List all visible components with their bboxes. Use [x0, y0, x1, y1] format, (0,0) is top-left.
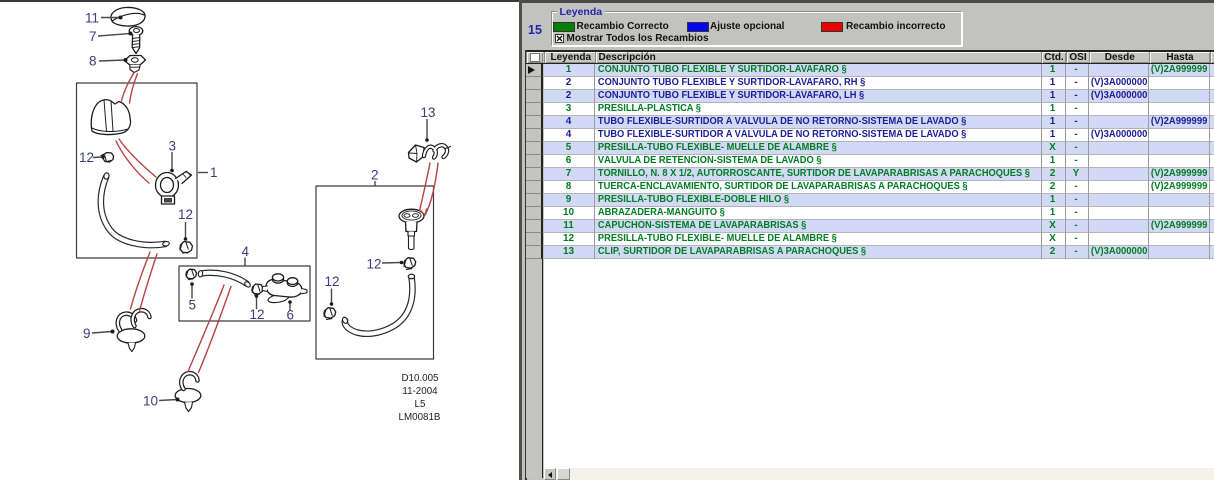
svg-text:11-2004: 11-2004	[402, 386, 438, 397]
svg-text:9: 9	[83, 326, 91, 341]
svg-text:12: 12	[178, 207, 193, 222]
svg-text:L5: L5	[415, 399, 426, 410]
svg-text:3: 3	[169, 139, 177, 154]
svg-text:2: 2	[371, 168, 379, 183]
svg-text:4: 4	[242, 244, 250, 259]
svg-text:1: 1	[210, 165, 218, 180]
svg-text:12: 12	[79, 150, 94, 165]
svg-text:12: 12	[325, 274, 340, 289]
svg-text:13: 13	[421, 105, 436, 120]
svg-text:7: 7	[89, 29, 97, 44]
svg-text:LM0081B: LM0081B	[399, 412, 441, 423]
svg-text:10: 10	[143, 394, 158, 409]
svg-text:12: 12	[367, 257, 382, 272]
svg-text:11: 11	[85, 11, 99, 26]
svg-text:12: 12	[250, 307, 265, 322]
svg-text:8: 8	[89, 54, 97, 69]
svg-text:6: 6	[287, 308, 295, 323]
svg-text:D10.005: D10.005	[401, 373, 439, 384]
svg-text:5: 5	[189, 298, 197, 313]
